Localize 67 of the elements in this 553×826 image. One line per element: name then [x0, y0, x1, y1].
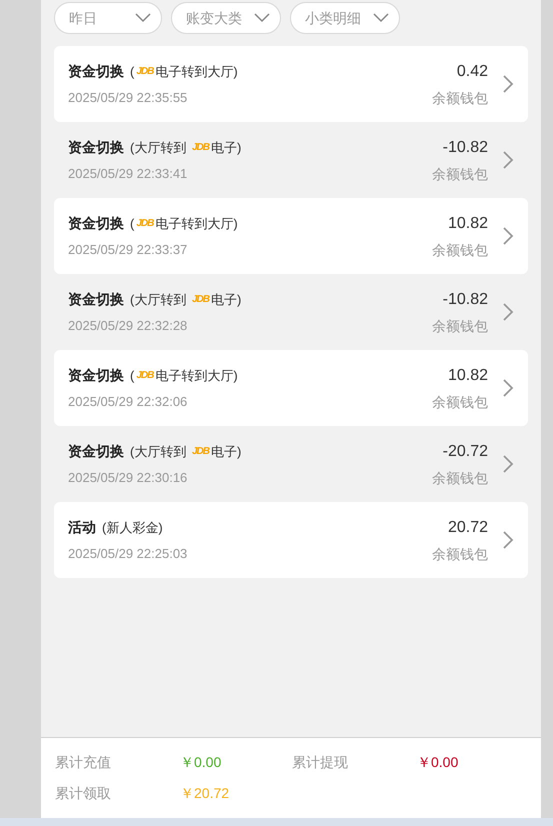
brand-logo: JDB [136, 64, 154, 79]
record-title: 活动 [68, 518, 96, 537]
brand-logo: JDB [192, 140, 209, 155]
summary-label: 累计充值 [55, 753, 112, 772]
record-time: 2025/05/29 22:32:06 [68, 392, 188, 411]
brand-logo: JDB [192, 444, 209, 459]
record-title: 资金切换 [68, 62, 124, 81]
transaction-card[interactable]: 资金切换 (JDB 电子转到大厅) 2025/05/29 22:35:55 0.42 余额钱包 [54, 46, 528, 122]
amount: 10.82 [448, 214, 488, 234]
record-time: 2025/05/29 22:33:41 [68, 164, 188, 183]
transaction-card[interactable]: 资金切换 (JDB 电子转到大厅) 2025/05/29 22:32:06 10.82 余额钱包 [54, 350, 528, 426]
wallet-label: 余额钱包 [432, 88, 488, 108]
record-title: 资金切换 [68, 214, 124, 233]
chevron-down-icon [254, 13, 270, 23]
amount: -20.72 [442, 442, 488, 462]
record-title: 资金切换 [68, 366, 124, 385]
wallet-label: 余额钱包 [432, 316, 488, 336]
wallet-label: 余额钱包 [432, 544, 488, 564]
brand-logo: JDB [192, 292, 209, 307]
record-note: 电子转到大厅) [155, 62, 238, 81]
wallet-label: 余额钱包 [432, 240, 488, 260]
summary-value: ￥20.72 [180, 784, 230, 803]
amount: 10.82 [448, 366, 488, 386]
chevron-right-icon [502, 530, 514, 550]
amount: -10.82 [442, 138, 488, 158]
chevron-down-icon [135, 13, 151, 23]
amount: 0.42 [456, 62, 488, 82]
record-note: (大厅转到 [130, 442, 188, 461]
summary-label: 累计领取 [55, 784, 112, 803]
record-note: (大厅转到 [130, 138, 188, 157]
record-note: ( [130, 62, 134, 81]
wallet-label: 余额钱包 [432, 164, 488, 184]
summary-value: ￥0.00 [417, 753, 460, 772]
amount: -10.82 [442, 290, 488, 310]
record-time: 2025/05/29 22:25:03 [68, 544, 188, 563]
record-note: 电子转到大厅) [155, 214, 238, 233]
record-note: (新人彩金) [102, 518, 163, 537]
brand-logo: JDB [136, 368, 154, 383]
amount: 20.72 [448, 518, 488, 538]
record-time: 2025/05/29 22:33:37 [68, 240, 188, 259]
record-note: (大厅转到 [130, 290, 188, 309]
record-time: 2025/05/29 22:32:28 [68, 316, 188, 335]
chevron-right-icon [502, 226, 514, 246]
chevron-right-icon [502, 454, 514, 474]
record-title: 资金切换 [68, 290, 124, 309]
record-note: ( [130, 214, 134, 233]
wallet-label: 余额钱包 [432, 392, 488, 412]
brand-logo: JDB [136, 216, 154, 231]
record-note: 电子转到大厅) [155, 366, 238, 385]
record-note: 电子) [210, 138, 242, 157]
record-note: 电子) [210, 290, 242, 309]
summary-value: ￥0.00 [180, 753, 222, 772]
chevron-right-icon [502, 150, 514, 170]
record-note: ( [130, 366, 134, 385]
record-title: 资金切换 [68, 138, 124, 157]
record-time: 2025/05/29 22:35:55 [68, 88, 188, 107]
chevron-right-icon [502, 302, 514, 322]
record-time: 2025/05/29 22:30:16 [68, 468, 188, 487]
transaction-card[interactable]: 活动 (新人彩金) 2025/05/29 22:25:03 20.72 余额钱包 [54, 502, 528, 578]
chevron-right-icon [502, 378, 514, 398]
record-note: 电子) [210, 442, 242, 461]
wallet-label: 余额钱包 [432, 468, 488, 488]
chevron-right-icon [502, 74, 514, 94]
chevron-down-icon [373, 13, 389, 23]
record-title: 资金切换 [68, 442, 124, 461]
transaction-card[interactable]: 资金切换 (JDB 电子转到大厅) 2025/05/29 22:33:37 10.82 余额钱包 [54, 198, 528, 274]
summary-label: 累计提现 [292, 753, 349, 772]
